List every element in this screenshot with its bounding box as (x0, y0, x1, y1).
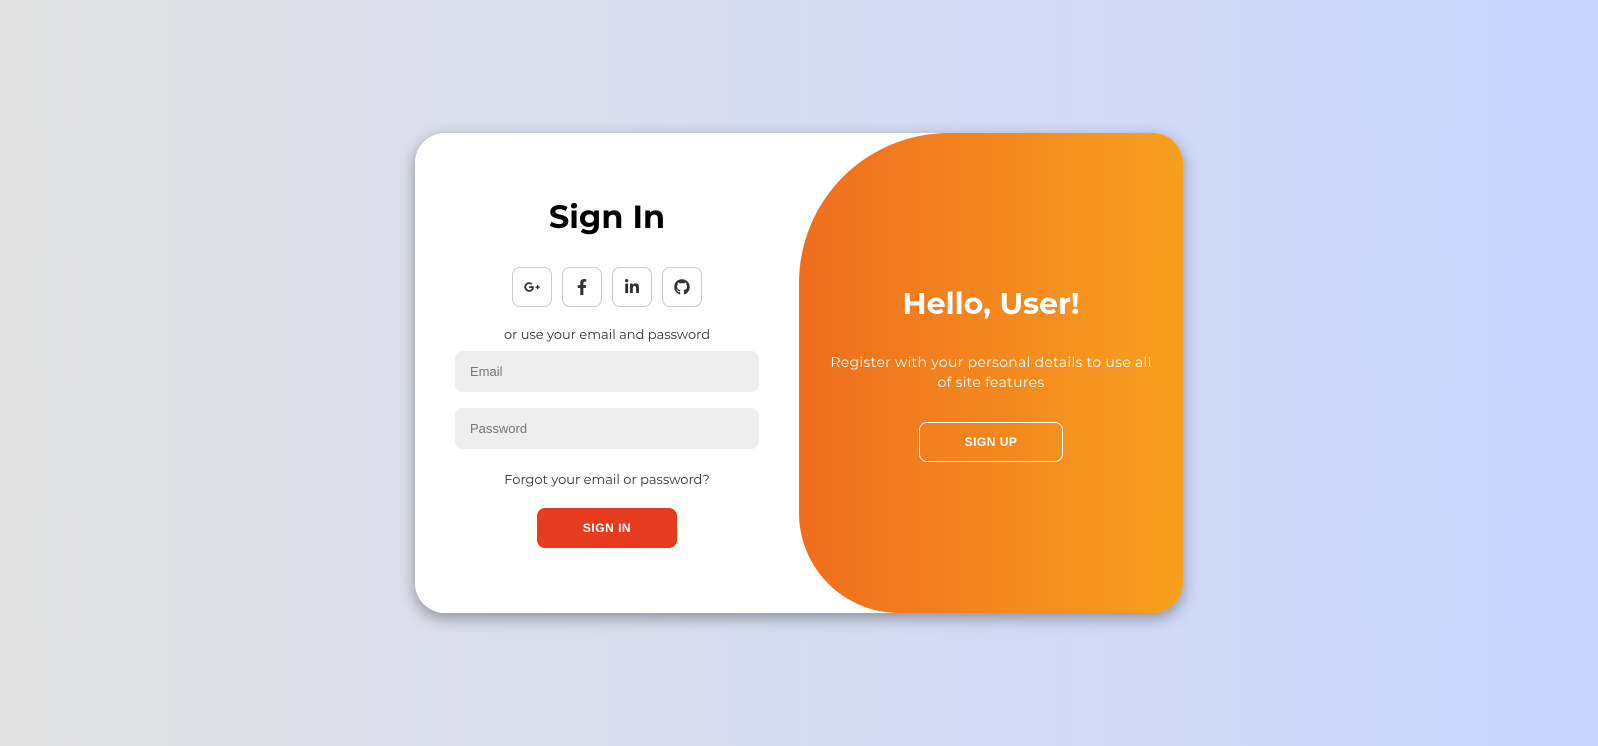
linkedin-icon[interactable] (612, 267, 652, 307)
social-icons-row (512, 267, 702, 307)
password-field[interactable] (455, 408, 759, 449)
toggle-bg: Hello, User! Register with your personal… (799, 133, 1183, 613)
toggle-description: Register with your personal details to u… (829, 352, 1153, 392)
forgot-link[interactable]: Forgot your email or password? (504, 472, 709, 488)
toggle-container: Hello, User! Register with your personal… (799, 133, 1183, 613)
facebook-icon[interactable] (562, 267, 602, 307)
sign-in-title: Sign In (549, 198, 665, 237)
google-plus-icon[interactable] (512, 267, 552, 307)
email-field[interactable] (455, 351, 759, 392)
sign-in-form: Sign In or use your email and password F… (415, 133, 799, 613)
toggle-title: Hello, User! (902, 285, 1079, 322)
github-icon[interactable] (662, 267, 702, 307)
toggle-right-panel: Hello, User! Register with your personal… (799, 133, 1183, 613)
auth-container: Sign In or use your email and password F… (415, 133, 1183, 613)
alt-text: or use your email and password (504, 327, 710, 343)
sign-in-panel: Sign In or use your email and password F… (415, 133, 799, 613)
sign-up-button[interactable]: Sign Up (919, 422, 1064, 462)
sign-in-button[interactable]: Sign In (537, 508, 677, 548)
